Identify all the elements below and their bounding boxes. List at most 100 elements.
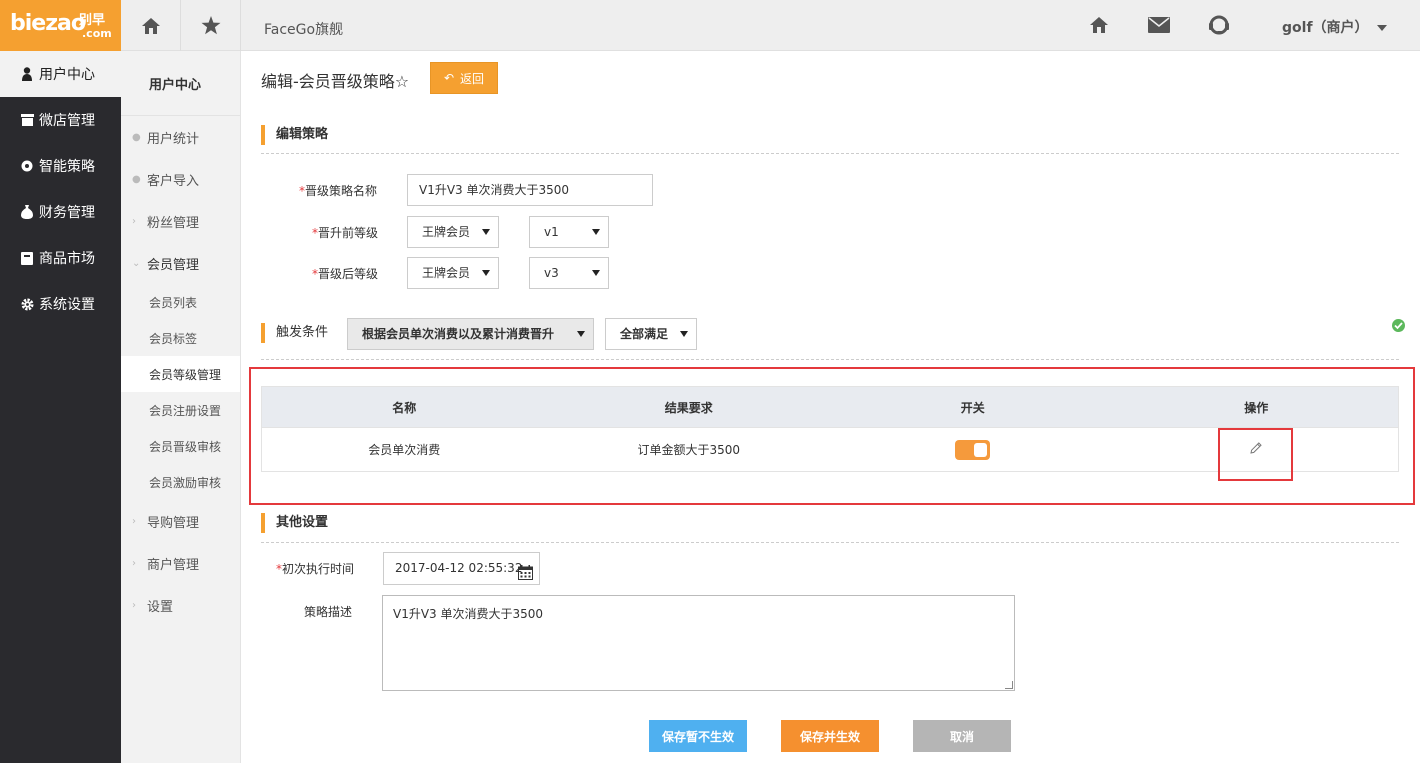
select-value: 王牌会员 xyxy=(422,225,470,239)
logo-cn-text: 别早 xyxy=(79,9,105,28)
logo-com-text: .com xyxy=(82,27,112,40)
logo-text: biezao xyxy=(10,11,85,36)
sidebar-item-user-center[interactable]: 用户中心 xyxy=(0,51,121,97)
cancel-button[interactable]: 取消 xyxy=(913,720,1011,752)
cell-requirement: 订单金额大于3500 xyxy=(547,428,832,471)
divider xyxy=(261,153,1399,154)
after-tier-select[interactable]: 王牌会员 xyxy=(407,257,499,289)
select-value: 王牌会员 xyxy=(422,266,470,280)
before-tier-select[interactable]: 王牌会员 xyxy=(407,216,499,248)
subnav-item-fans[interactable]: ›粉丝管理 xyxy=(121,200,240,242)
select-value: 根据会员单次消费以及累计消费晋升 xyxy=(362,327,554,341)
select-value: v3 xyxy=(544,266,559,280)
textarea-value: V1升V3 单次消费大于3500 xyxy=(393,607,543,621)
money-bag-icon xyxy=(20,205,34,219)
subnav-item-member-management[interactable]: ⌄会员管理 xyxy=(121,242,240,284)
market-icon xyxy=(20,251,34,265)
resize-handle[interactable] xyxy=(1005,681,1013,689)
subnav-item-guide[interactable]: ›导购管理 xyxy=(121,500,240,542)
select-value: 全部满足 xyxy=(620,327,668,341)
date-value: 2017-04-12 02:55:32 xyxy=(395,561,522,575)
description-label: 策略描述 xyxy=(304,603,352,620)
subnav-sub-promotion-review[interactable]: 会员晋级审核 xyxy=(121,428,240,464)
user-icon xyxy=(20,67,34,81)
subnav-item-label: 用户统计 xyxy=(147,128,199,147)
sidebar-item-label: 商品市场 xyxy=(39,248,95,268)
column-header: 名称 xyxy=(262,387,547,427)
strategy-name-input[interactable]: V1升V3 单次消费大于3500 xyxy=(407,174,653,206)
enable-toggle[interactable] xyxy=(955,440,990,460)
chevron-right-icon: › xyxy=(132,216,147,227)
after-level-select[interactable]: v3 xyxy=(529,257,609,289)
dropdown-arrow-icon xyxy=(482,270,490,276)
gear-icon xyxy=(20,297,34,311)
calendar-icon[interactable] xyxy=(518,561,533,592)
sidebar-item-settings[interactable]: 系统设置 xyxy=(0,281,121,327)
column-header: 操作 xyxy=(1115,387,1399,427)
after-level-label: *晋级后等级 xyxy=(312,265,378,282)
sidebar-item-market[interactable]: 商品市场 xyxy=(0,235,121,281)
subnav-title: 用户中心 xyxy=(121,51,240,116)
subnav-sub-member-levels[interactable]: 会员等级管理 xyxy=(121,356,240,392)
chevron-right-icon: › xyxy=(132,600,147,611)
description-textarea[interactable]: V1升V3 单次消费大于3500 xyxy=(382,595,1015,691)
subnav-item-label: 商户管理 xyxy=(147,554,199,573)
subnav-sub-member-list[interactable]: 会员列表 xyxy=(121,284,240,320)
main-sidebar: 用户中心 微店管理 智能策略 财务管理 商品市场 系统设置 xyxy=(0,51,121,763)
star-icon[interactable] xyxy=(181,0,241,51)
page-title: 编辑-会员晋级策略☆ xyxy=(261,68,409,92)
subnav-sub-incentive-review[interactable]: 会员激励审核 xyxy=(121,464,240,500)
label-text: 晋级后等级 xyxy=(318,267,378,281)
sidebar-item-label: 微店管理 xyxy=(39,110,95,130)
subnav-item-label: 客户导入 xyxy=(147,170,199,189)
subnav-item-user-stats[interactable]: ●用户统计 xyxy=(121,116,240,158)
trigger-condition-select[interactable]: 根据会员单次消费以及累计消费晋升 xyxy=(347,318,594,350)
save-and-apply-button[interactable]: 保存并生效 xyxy=(781,720,879,752)
save-draft-button[interactable]: 保存暂不生效 xyxy=(649,720,747,752)
back-label: 返回 xyxy=(460,70,484,87)
subnav-item-settings[interactable]: ›设置 xyxy=(121,584,240,626)
home-icon[interactable] xyxy=(121,0,181,51)
subnav-item-label: 粉丝管理 xyxy=(147,212,199,231)
divider xyxy=(261,542,1399,543)
cell-switch xyxy=(831,428,1115,471)
shop-name[interactable]: FaceGo旗舰 xyxy=(264,19,343,39)
strategy-icon xyxy=(20,159,34,173)
sidebar-item-label: 财务管理 xyxy=(39,202,95,222)
sidebar-item-store[interactable]: 微店管理 xyxy=(0,97,121,143)
label-text: 晋升前等级 xyxy=(318,226,378,240)
subnav-item-customer-import[interactable]: ●客户导入 xyxy=(121,158,240,200)
section-heading-other: 其他设置 xyxy=(261,513,328,533)
cell-name: 会员单次消费 xyxy=(262,428,547,471)
first-run-date-input[interactable]: 2017-04-12 02:55:32 xyxy=(383,552,540,585)
subnav-item-label: 设置 xyxy=(147,596,173,615)
sidebar-item-finance[interactable]: 财务管理 xyxy=(0,189,121,235)
subnav-sub-member-tags[interactable]: 会员标签 xyxy=(121,320,240,356)
back-arrow-icon: ↶ xyxy=(444,71,454,85)
user-menu[interactable]: golf（商户） xyxy=(1282,17,1387,37)
trigger-label: 触发条件 xyxy=(261,323,328,343)
dropdown-arrow-icon xyxy=(680,331,688,337)
section-heading-edit: 编辑策略 xyxy=(261,125,328,145)
dropdown-arrow-icon xyxy=(577,331,585,337)
select-value: v1 xyxy=(544,225,559,239)
home-icon[interactable] xyxy=(1088,14,1110,36)
support-icon[interactable] xyxy=(1208,14,1230,36)
brand-logo[interactable]: biezao 别早 .com xyxy=(0,0,121,51)
toggle-knob xyxy=(974,443,987,457)
sidebar-item-label: 系统设置 xyxy=(39,294,95,314)
mail-icon[interactable] xyxy=(1148,14,1170,36)
check-circle-icon xyxy=(1392,319,1405,332)
subnav-item-merchant[interactable]: ›商户管理 xyxy=(121,542,240,584)
highlight-box-action xyxy=(1218,428,1293,481)
back-button[interactable]: ↶ 返回 xyxy=(430,62,498,94)
before-level-select[interactable]: v1 xyxy=(529,216,609,248)
sidebar-item-strategy[interactable]: 智能策略 xyxy=(0,143,121,189)
trigger-match-select[interactable]: 全部满足 xyxy=(605,318,697,350)
subnav-sub-member-registration[interactable]: 会员注册设置 xyxy=(121,392,240,428)
before-level-label: *晋升前等级 xyxy=(312,224,378,241)
chevron-right-icon: › xyxy=(132,558,147,569)
user-label: golf（商户） xyxy=(1282,20,1369,36)
divider xyxy=(261,359,1399,360)
table-header: 名称 结果要求 开关 操作 xyxy=(262,387,1398,427)
